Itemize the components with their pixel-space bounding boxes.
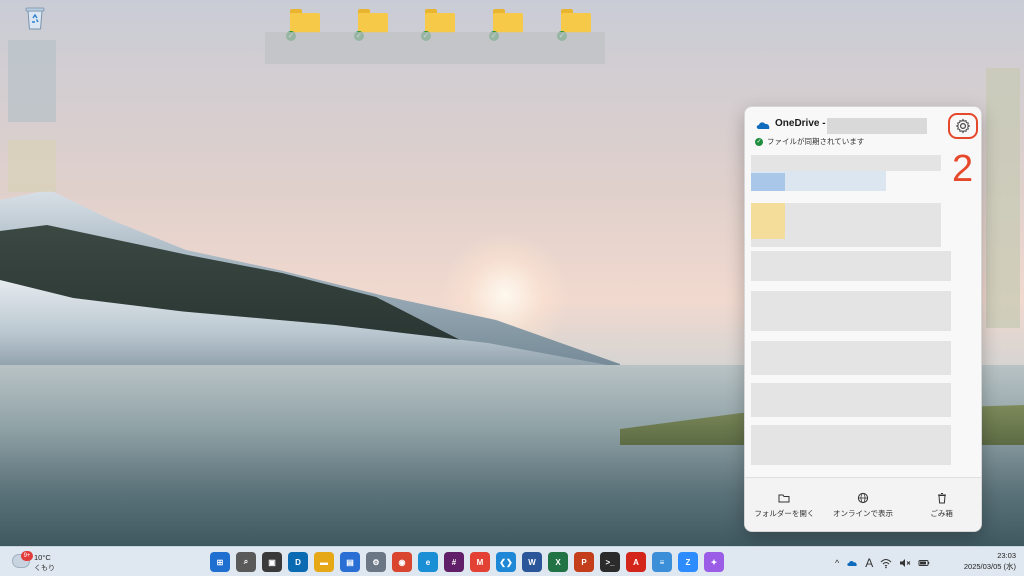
- sync-status-text: ファイルが同期されています: [767, 137, 865, 146]
- excel-icon[interactable]: X: [548, 552, 568, 572]
- recycle-bin-label: ごみ箱: [930, 509, 953, 518]
- onedrive-title: OneDrive -: [775, 118, 826, 129]
- onedrive-tray-icon[interactable]: [846, 557, 858, 569]
- folder-icon[interactable]: ✓: [489, 9, 523, 41]
- weather-widget[interactable]: 9+ 10°C くもり: [8, 551, 68, 575]
- open-folder-label: フォルダーを開く: [754, 509, 815, 518]
- acrobat-icon[interactable]: A: [626, 552, 646, 572]
- terminal-icon[interactable]: >_: [600, 552, 620, 572]
- folder-outline-icon: [778, 494, 790, 503]
- task-view-icon[interactable]: ▣: [262, 552, 282, 572]
- taskbar: 9+ 10°C くもり ⊞ ⌕ ▣ D ▬ ▤ ⚙ ◉ e # M ❮❯ W X P >_ A ≡ Z ✦ ^ A 2…: [0, 546, 1024, 576]
- file-explorer-icon[interactable]: ▬: [314, 552, 334, 572]
- step-annotation: 2: [952, 148, 974, 190]
- weather-temperature: 10°C: [34, 553, 51, 562]
- flyout-header: OneDrive - ✓ ファイルが同期されています: [745, 107, 981, 151]
- taskbar-apps: ⊞ ⌕ ▣ D ▬ ▤ ⚙ ◉ e # M ❮❯ W X P >_ A ≡ Z ✦: [210, 552, 724, 574]
- ime-indicator[interactable]: A: [865, 556, 873, 570]
- powerpoint-icon[interactable]: P: [574, 552, 594, 572]
- list-item[interactable]: [751, 383, 951, 417]
- desktop-icon-blurred[interactable]: [986, 68, 1020, 328]
- vscode-icon[interactable]: ❮❯: [496, 552, 516, 572]
- gmail-icon[interactable]: M: [470, 552, 490, 572]
- sync-status: ✓ ファイルが同期されています: [755, 136, 864, 147]
- word-icon[interactable]: W: [522, 552, 542, 572]
- recycle-bin-button[interactable]: ごみ箱: [902, 478, 981, 531]
- folder-icon[interactable]: ✓: [421, 9, 455, 41]
- volume-muted-icon[interactable]: [899, 557, 911, 569]
- system-tray: ^ A: [835, 555, 930, 571]
- slack-icon[interactable]: #: [444, 552, 464, 572]
- notification-badge: 9+: [21, 551, 33, 561]
- view-online-button[interactable]: オンラインで表示: [824, 478, 903, 531]
- gear-icon: [955, 118, 971, 134]
- recycle-bin-icon[interactable]: [22, 4, 48, 32]
- onedrive-flyout: OneDrive - ✓ ファイルが同期されています フォルダーを開く オンライ…: [744, 106, 982, 532]
- settings-icon[interactable]: ⚙: [366, 552, 386, 572]
- desktop-icon-blurred[interactable]: [8, 140, 56, 192]
- file-thumbnail-blurred: [751, 203, 785, 239]
- list-item[interactable]: [751, 251, 951, 281]
- edge-icon[interactable]: e: [418, 552, 438, 572]
- chrome-icon[interactable]: ◉: [392, 552, 412, 572]
- list-item[interactable]: [751, 425, 951, 465]
- list-item[interactable]: [751, 155, 941, 171]
- file-thumbnail-blurred: [751, 173, 785, 191]
- flyout-footer: フォルダーを開く オンラインで表示 ごみ箱: [745, 477, 981, 531]
- tray-overflow-chevron-icon[interactable]: ^: [835, 558, 839, 568]
- search-icon[interactable]: ⌕: [236, 552, 256, 572]
- view-online-label: オンラインで表示: [833, 509, 893, 518]
- battery-icon[interactable]: [918, 557, 930, 569]
- folder-icon[interactable]: ✓: [557, 9, 591, 41]
- start-icon[interactable]: ⊞: [210, 552, 230, 572]
- check-circle-icon: ✓: [755, 137, 763, 146]
- weather-condition: くもり: [34, 565, 55, 572]
- clock[interactable]: 23:03 2025/03/05 (水): [954, 550, 1016, 572]
- account-name-blurred: [827, 118, 927, 134]
- trash-icon: [937, 493, 946, 504]
- globe-icon: [857, 492, 869, 504]
- folder-labels-blurred: [265, 32, 605, 64]
- zoom-icon[interactable]: Z: [678, 552, 698, 572]
- dell-icon[interactable]: D: [288, 552, 308, 572]
- settings-gear-button[interactable]: [948, 113, 978, 139]
- clock-time: 23:03: [997, 551, 1016, 560]
- folder-icon[interactable]: ✓: [354, 9, 388, 41]
- folder-icon[interactable]: ✓: [286, 9, 320, 41]
- desktop-icon-blurred[interactable]: [8, 40, 56, 122]
- open-folder-button[interactable]: フォルダーを開く: [745, 478, 824, 531]
- notepad-icon[interactable]: ≡: [652, 552, 672, 572]
- list-item[interactable]: [751, 341, 951, 375]
- recent-files-list[interactable]: [745, 151, 981, 477]
- onedrive-cloud-icon: [756, 122, 770, 129]
- wifi-icon[interactable]: [880, 557, 892, 569]
- copilot-icon[interactable]: ✦: [704, 552, 724, 572]
- store-icon[interactable]: ▤: [340, 552, 360, 572]
- list-item[interactable]: [751, 291, 951, 331]
- clock-date: 2025/03/05 (水): [963, 562, 1016, 571]
